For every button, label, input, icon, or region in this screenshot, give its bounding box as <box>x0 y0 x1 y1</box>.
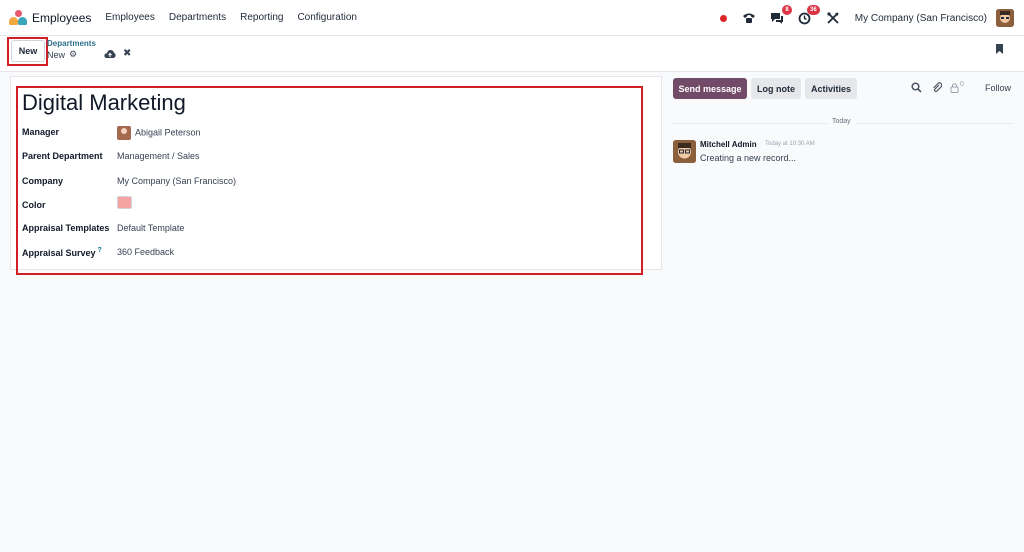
follower-count: 0 <box>960 81 964 88</box>
bookmark-icon[interactable] <box>995 43 1004 55</box>
appraisal-templates-label: Appraisal Templates <box>22 223 110 233</box>
company-field[interactable]: My Company (San Francisco) <box>117 176 236 186</box>
manager-value: Abigail Peterson <box>135 127 201 138</box>
color-picker[interactable] <box>117 196 132 209</box>
company-label: Company <box>22 176 64 186</box>
activities-button[interactable]: Activities <box>805 78 857 99</box>
messages-icon[interactable]: 8 <box>769 5 792 26</box>
activities-badge: 36 <box>807 5 820 15</box>
breadcrumb-departments[interactable]: Departments <box>47 39 96 48</box>
parent-department-label: Parent Department <box>22 151 103 161</box>
messages-badge: 8 <box>782 5 792 15</box>
control-panel <box>0 36 1024 72</box>
paperclip-icon[interactable] <box>931 82 943 96</box>
message-author-avatar[interactable] <box>673 140 696 163</box>
manager-field[interactable]: Abigail Peterson <box>117 126 201 140</box>
systray: 8 36 My Company (San Francisco) <box>719 0 1014 36</box>
message-body: Creating a new record... <box>700 153 797 163</box>
follow-button[interactable]: Follow <box>985 83 1011 93</box>
top-navbar: Employees Employees Departments Reportin… <box>0 0 1024 36</box>
appraisal-survey-label-text: Appraisal Survey <box>22 248 96 258</box>
gear-icon[interactable]: ⚙ <box>69 49 77 60</box>
log-note-button[interactable]: Log note <box>751 78 801 99</box>
appraisal-survey-label: Appraisal Survey? <box>22 247 102 258</box>
recording-status-icon[interactable] <box>719 14 727 22</box>
date-separator: Today <box>827 118 856 125</box>
appraisal-templates-field[interactable]: Default Template <box>117 223 184 233</box>
search-icon[interactable] <box>911 82 922 96</box>
menu-item-configuration[interactable]: Configuration <box>297 12 356 23</box>
message-timestamp: Today at 10:30 AM <box>765 141 815 147</box>
department-name-field[interactable]: Digital Marketing <box>22 90 186 116</box>
menu-item-reporting[interactable]: Reporting <box>240 12 283 23</box>
phone-icon[interactable] <box>741 10 757 26</box>
discard-icon[interactable]: ✖ <box>123 48 131 59</box>
user-avatar[interactable] <box>996 9 1014 27</box>
debug-tools-icon[interactable] <box>825 10 841 26</box>
send-message-button[interactable]: Send message <box>673 78 747 99</box>
main-menu: Employees Departments Reporting Configur… <box>105 12 371 23</box>
menu-item-employees[interactable]: Employees <box>105 12 154 23</box>
color-label: Color <box>22 200 46 210</box>
app-brand[interactable]: Employees <box>9 9 91 27</box>
new-button[interactable]: New <box>11 40 45 62</box>
app-name: Employees <box>32 10 92 25</box>
company-switcher[interactable]: My Company (San Francisco) <box>855 13 987 24</box>
cloud-upload-icon[interactable] <box>104 49 116 62</box>
help-tooltip-icon[interactable]: ? <box>98 247 102 254</box>
manager-label: Manager <box>22 127 60 137</box>
appraisal-survey-field[interactable]: 360 Feedback <box>117 247 174 257</box>
employees-app-icon <box>9 9 27 27</box>
manager-avatar <box>117 126 131 140</box>
message-author[interactable]: Mitchell Admin <box>700 140 757 149</box>
record-name: New <box>47 50 66 60</box>
menu-item-departments[interactable]: Departments <box>169 12 226 23</box>
parent-department-field[interactable]: Management / Sales <box>117 151 200 161</box>
activities-clock-icon[interactable]: 36 <box>797 5 820 26</box>
followers-lock-icon[interactable] <box>950 82 959 96</box>
